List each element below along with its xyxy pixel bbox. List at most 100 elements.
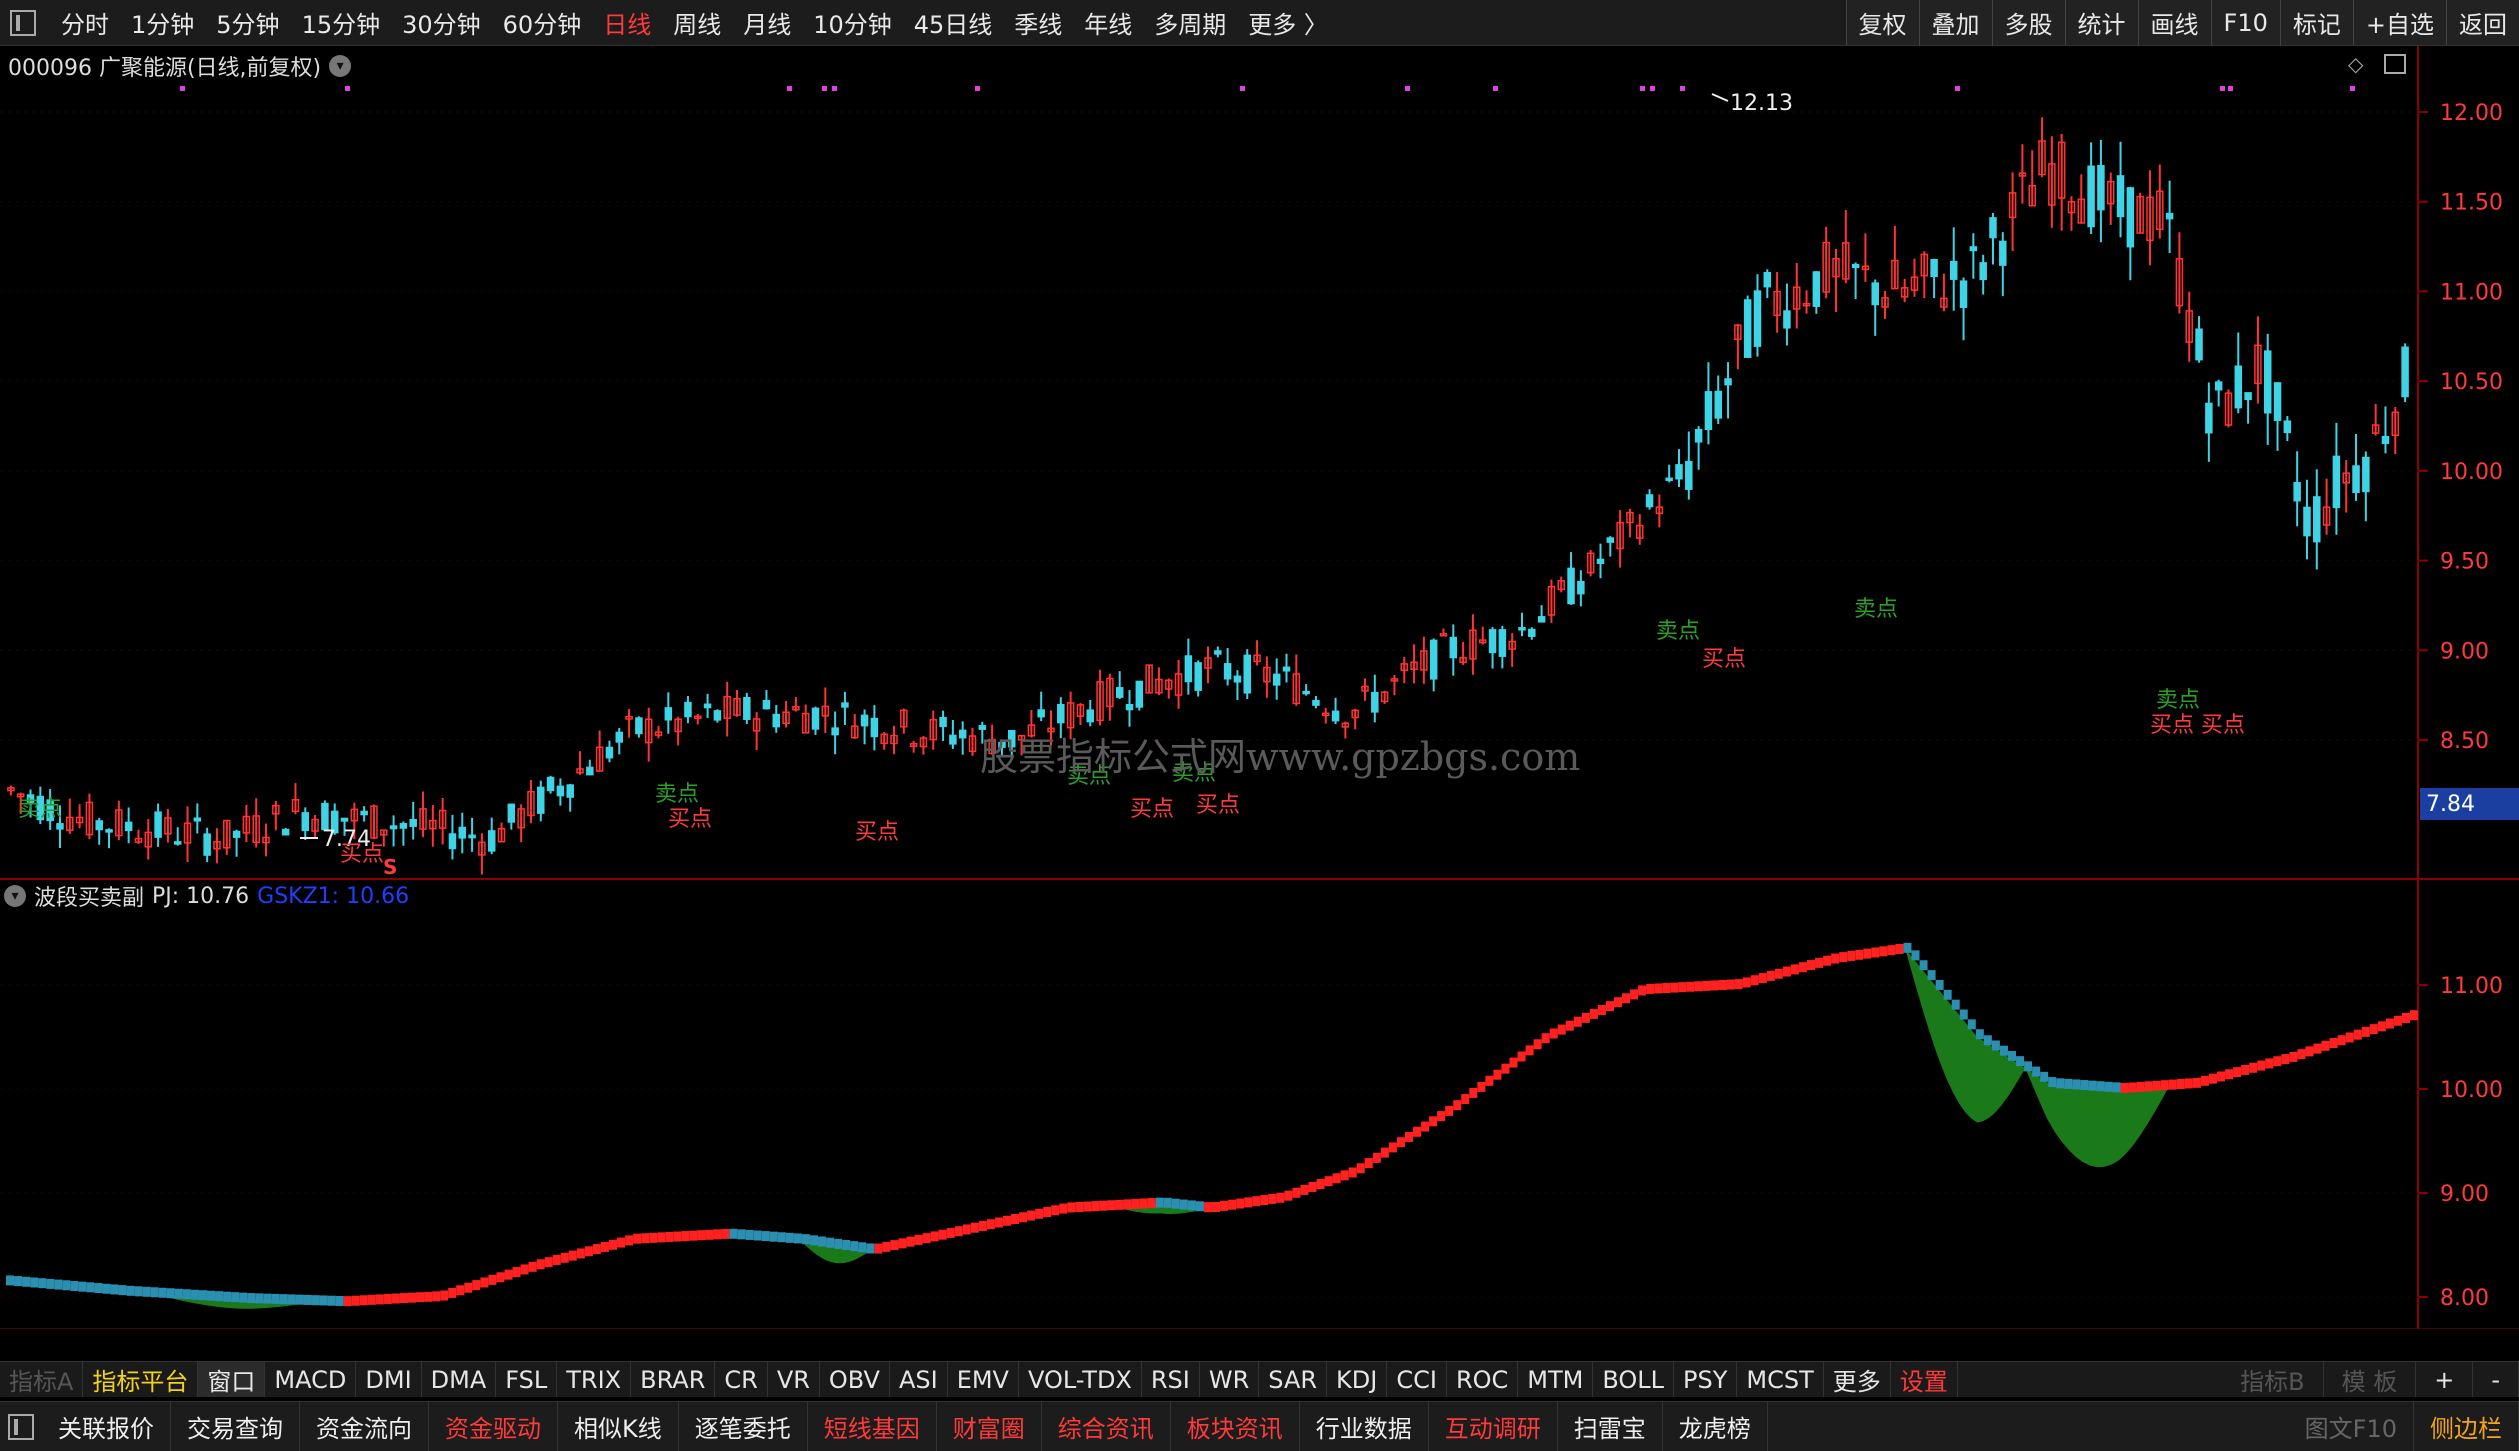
candle-body: [546, 776, 555, 792]
wave-block: [1975, 1029, 1984, 1040]
period-tab-5[interactable]: 60分钟: [492, 0, 593, 45]
indicator-tab-4[interactable]: DMI: [356, 1362, 422, 1397]
wave-block: [2265, 1058, 2274, 1069]
function-button-13[interactable]: 龙虎榜: [1663, 1402, 1768, 1451]
period-tab-12[interactable]: 年线: [1073, 0, 1143, 45]
function-button-7[interactable]: 财富圈: [937, 1402, 1042, 1451]
function-button-1[interactable]: 交易查询: [171, 1402, 300, 1451]
wave-block: [2168, 1079, 2177, 1090]
indicator-tab-3[interactable]: MACD: [265, 1362, 357, 1397]
toolbar-button-4[interactable]: 画线: [2137, 0, 2211, 45]
toolbar-button-1[interactable]: 叠加: [1918, 0, 1992, 45]
function-right-1[interactable]: 侧边栏: [2414, 1402, 2519, 1451]
period-tab-2[interactable]: 5分钟: [205, 0, 290, 45]
toolbar-button-8[interactable]: 返回: [2446, 0, 2519, 45]
function-button-2[interactable]: 资金流向: [300, 1402, 429, 1451]
function-button-10[interactable]: 行业数据: [1300, 1402, 1429, 1451]
indicator-tab-25[interactable]: 更多: [1824, 1362, 1891, 1397]
panel-toggle-icon[interactable]: [2384, 54, 2406, 74]
window-menu-icon[interactable]: [10, 9, 36, 36]
indicator-tab-10[interactable]: VR: [768, 1362, 820, 1397]
toolbar-button-0[interactable]: 复权: [1845, 0, 1919, 45]
wave-block: [1123, 1199, 1132, 1210]
function-button-0[interactable]: 关联报价: [42, 1402, 171, 1451]
period-tab-9[interactable]: 10分钟: [802, 0, 903, 45]
period-tab-7[interactable]: 周线: [662, 0, 732, 45]
period-tab-1[interactable]: 1分钟: [120, 0, 205, 45]
period-tab-11[interactable]: 季线: [1003, 0, 1073, 45]
candle-body: [2244, 392, 2252, 401]
wave-block: [1276, 1192, 1285, 1203]
toolbar-button-7[interactable]: +自选: [2352, 0, 2446, 45]
indicator-tab-18[interactable]: KDJ: [1327, 1362, 1388, 1397]
period-tab-10[interactable]: 45日线: [903, 0, 1004, 45]
function-button-3[interactable]: 资金驱动: [429, 1402, 558, 1451]
diamond-icon[interactable]: ◇: [2348, 52, 2363, 76]
function-button-9[interactable]: 板块资讯: [1171, 1402, 1300, 1451]
indicator-tab-11[interactable]: OBV: [820, 1362, 890, 1397]
indicator-right-1[interactable]: 模 板: [2324, 1362, 2417, 1397]
chevron-down-icon[interactable]: ▾: [329, 55, 352, 77]
indicator-tab-26[interactable]: 设置: [1891, 1362, 1958, 1397]
indicator-tab-1[interactable]: 指标平台: [83, 1362, 199, 1397]
indicator-tab-19[interactable]: CCI: [1387, 1362, 1447, 1397]
indicator-tab-13[interactable]: EMV: [948, 1362, 1019, 1397]
indicator-tab-8[interactable]: BRAR: [631, 1362, 716, 1397]
candle-body: [1685, 460, 1693, 490]
chart-area[interactable]: 12.00 11.50 11.00 10.50 10.00 9.50 9.00 8.50 12…: [0, 46, 2519, 1360]
period-tab-8[interactable]: 月线: [732, 0, 802, 45]
function-button-4[interactable]: 相似K线: [558, 1402, 679, 1451]
indicator-tab-24[interactable]: MCST: [1737, 1362, 1824, 1397]
wave-block: [2401, 1012, 2410, 1023]
menu-icon[interactable]: [8, 1413, 34, 1440]
sub-tick-3: 8.00: [2440, 1286, 2489, 1311]
candle-body: [1331, 710, 1340, 722]
toolbar-button-5[interactable]: F10: [2210, 0, 2280, 45]
toolbar-button-3[interactable]: 统计: [2064, 0, 2138, 45]
indicator-tab-14[interactable]: VOL-TDX: [1019, 1362, 1142, 1397]
indicator-tab-12[interactable]: ASI: [890, 1362, 948, 1397]
indicator-tab-9[interactable]: CR: [715, 1362, 768, 1397]
buy-point-pair-label: 买点 买点: [2150, 713, 2245, 738]
wave-block: [866, 1243, 875, 1254]
indicator-right-0[interactable]: 指标B: [2222, 1362, 2324, 1397]
wave-block: [826, 1237, 835, 1248]
indicator-tab-0[interactable]: 指标A: [0, 1362, 84, 1397]
period-tab-13[interactable]: 多周期: [1143, 0, 1237, 45]
function-button-11[interactable]: 互动调研: [1429, 1402, 1558, 1451]
indicator-right-2[interactable]: +: [2416, 1362, 2474, 1397]
indicator-tab-17[interactable]: SAR: [1259, 1362, 1328, 1397]
indicator-tab-22[interactable]: BOLL: [1593, 1362, 1675, 1397]
wave-block: [890, 1240, 899, 1251]
function-button-12[interactable]: 扫雷宝: [1558, 1402, 1663, 1451]
period-tab-0[interactable]: 分时: [50, 0, 120, 45]
wave-block: [198, 1290, 207, 1301]
wave-block: [2241, 1064, 2250, 1075]
toolbar-button-6[interactable]: 标记: [2279, 0, 2353, 45]
function-button-5[interactable]: 逐笔委托: [679, 1402, 808, 1451]
indicator-tab-20[interactable]: ROC: [1447, 1362, 1519, 1397]
toolbar-button-2[interactable]: 多股: [1991, 0, 2065, 45]
indicator-tab-16[interactable]: WR: [1200, 1362, 1260, 1397]
indicator-tab-21[interactable]: MTM: [1518, 1362, 1594, 1397]
function-button-6[interactable]: 短线基因: [808, 1402, 937, 1451]
wave-block: [343, 1296, 352, 1307]
chevron-down-icon[interactable]: ▾: [4, 885, 26, 907]
indicator-tab-7[interactable]: TRIX: [557, 1362, 632, 1397]
indicator-tab-5[interactable]: DMA: [422, 1362, 497, 1397]
indicator-tab-6[interactable]: FSL: [496, 1362, 558, 1397]
wave-block: [681, 1231, 690, 1242]
period-tab-14[interactable]: 更多 〉: [1237, 0, 1339, 45]
period-tab-3[interactable]: 15分钟: [291, 0, 392, 45]
function-button-8[interactable]: 综合资讯: [1042, 1402, 1171, 1451]
period-tab-4[interactable]: 30分钟: [391, 0, 492, 45]
indicator-tab-23[interactable]: PSY: [1674, 1362, 1738, 1397]
period-tab-6[interactable]: 日线: [592, 0, 662, 45]
indicator-tab-15[interactable]: RSI: [1142, 1362, 1200, 1397]
candle-body: [1567, 567, 1575, 605]
candle-body: [2381, 435, 2390, 445]
indicator-tab-2[interactable]: 窗口: [198, 1362, 266, 1397]
sub-tick-1: 10.00: [2440, 1078, 2503, 1103]
indicator-right-3[interactable]: -: [2473, 1362, 2519, 1397]
function-right-0[interactable]: 图文F10: [2289, 1402, 2414, 1451]
